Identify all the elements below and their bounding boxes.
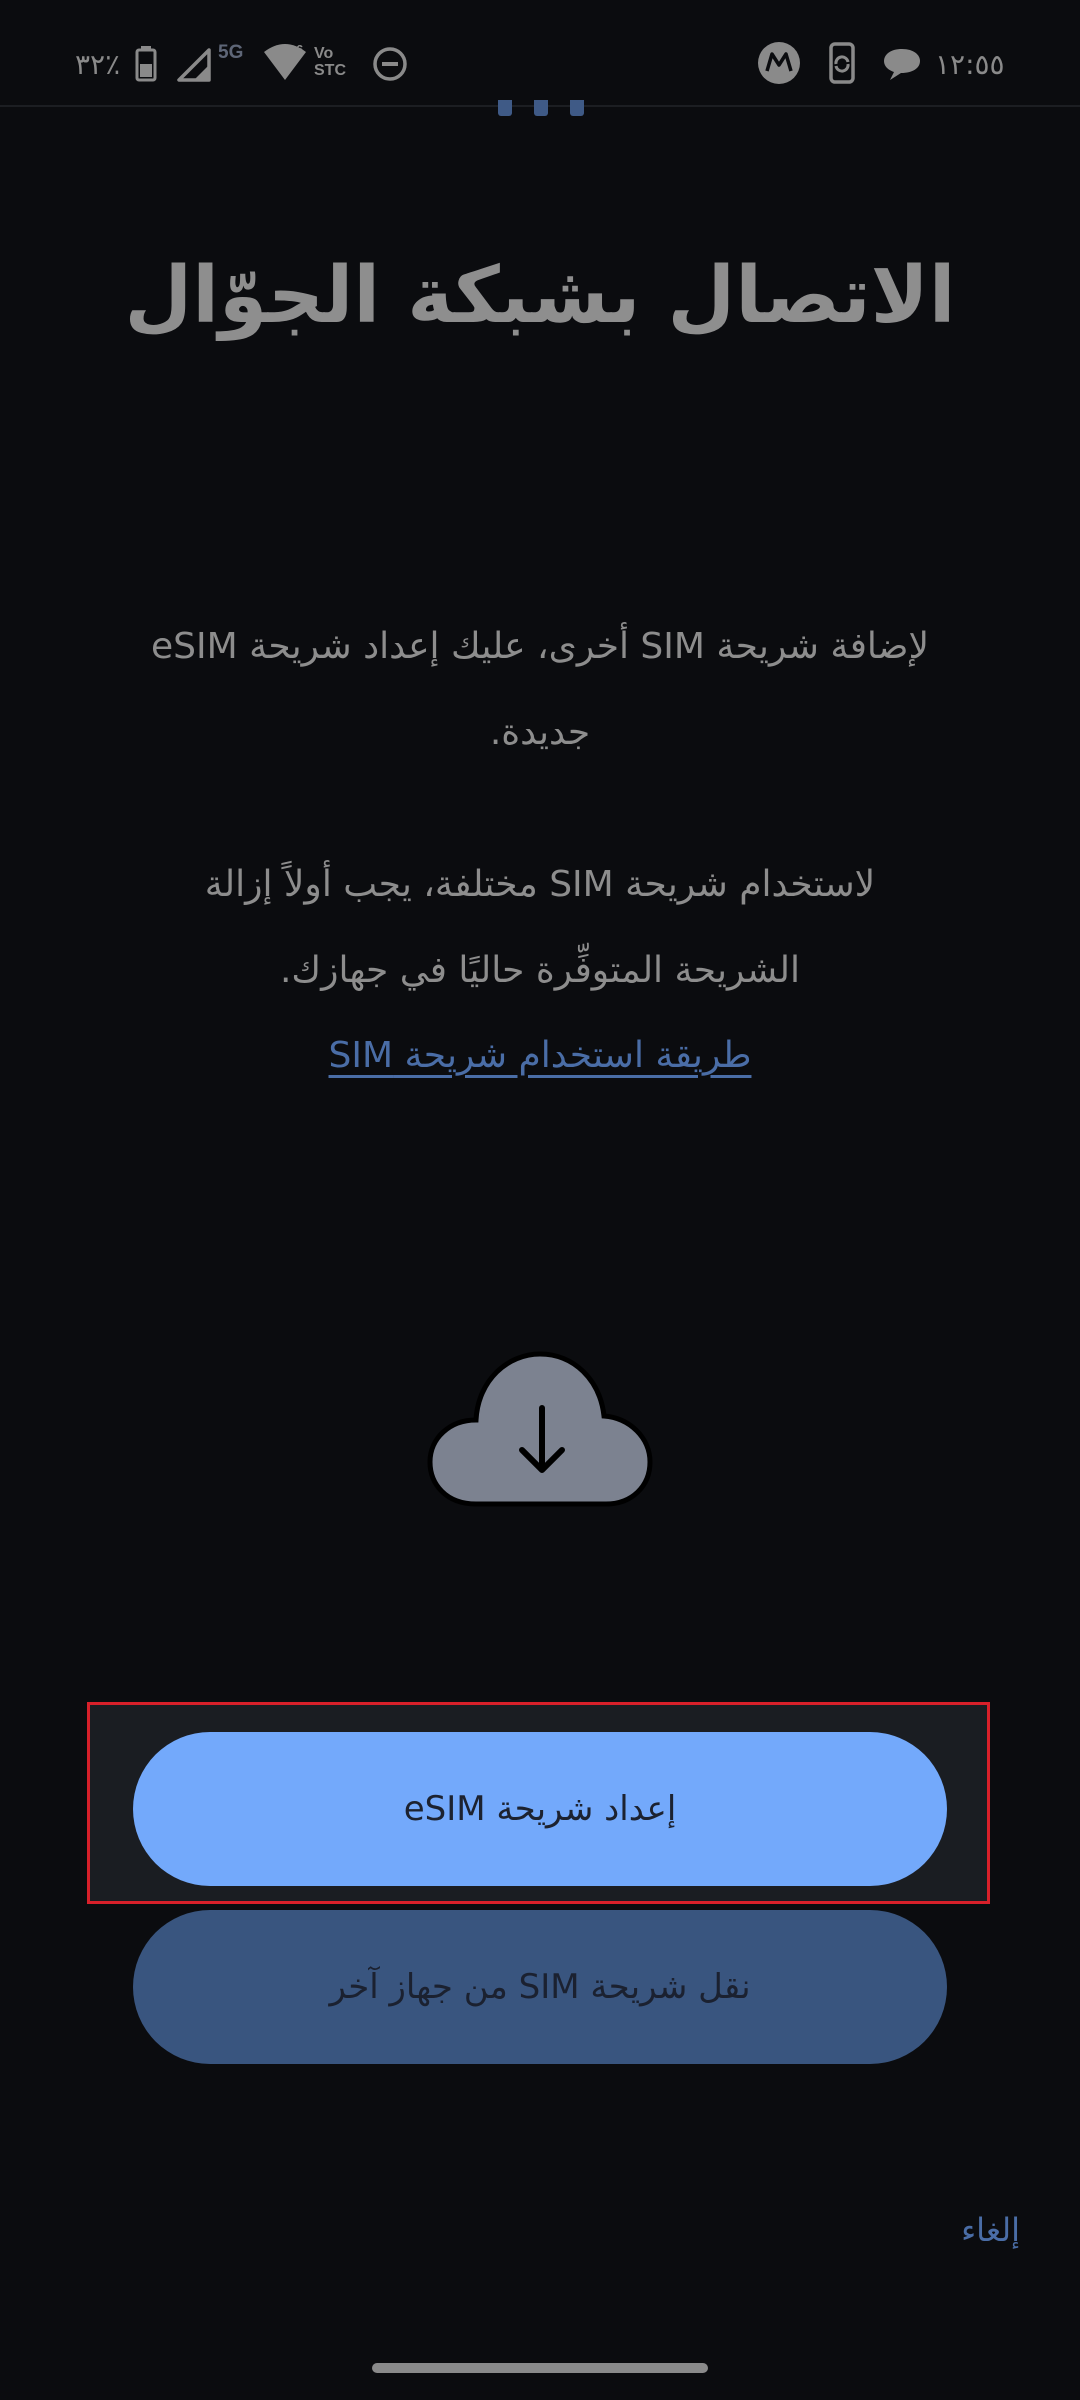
how-to-use-sim-link[interactable]: طريقة استخدام شريحة SIM [200, 1016, 880, 1096]
volte-line1: Vo [314, 45, 334, 62]
signal-icon [174, 44, 214, 84]
battery-icon [133, 44, 159, 84]
page-dot [534, 100, 548, 116]
page-dot [570, 100, 584, 116]
transfer-sim-button[interactable]: نقل شريحة SIM من جهاز آخر [133, 1910, 947, 2064]
battery-percent: ٣٢٪ [75, 47, 121, 81]
dnd-icon [370, 44, 410, 84]
status-time: ١٢:٥٥ [935, 47, 1005, 81]
page-dot [498, 100, 512, 116]
cloud-download-icon [426, 1350, 654, 1510]
page-title: الاتصال بشبكة الجوّال [124, 251, 956, 341]
home-indicator[interactable] [372, 2363, 708, 2373]
status-bar: ٣٢٪ 5G 6 Vo STC ١٢:٥٥ [0, 0, 1080, 107]
add-sim-description: لإضافة شريحة SIM أخرى، عليك إعداد شريحة … [150, 626, 929, 753]
remove-sim-description: لاستخدام شريحة SIM مختلفة، يجب أولاً إزا… [204, 864, 876, 991]
wifi-badge: 6 [296, 41, 304, 57]
cancel-button[interactable]: إلغاء [900, 2200, 1020, 2260]
motorola-icon [756, 40, 802, 86]
volte-indicator: Vo STC [314, 40, 360, 84]
phone-sync-icon [822, 40, 862, 86]
volte-line2: STC [314, 62, 346, 79]
chat-bubble-icon [880, 44, 924, 84]
network-type-label: 5G [218, 42, 244, 63]
setup-esim-button[interactable]: إعداد شريحة eSIM [133, 1732, 947, 1886]
page-indicator [498, 100, 584, 118]
